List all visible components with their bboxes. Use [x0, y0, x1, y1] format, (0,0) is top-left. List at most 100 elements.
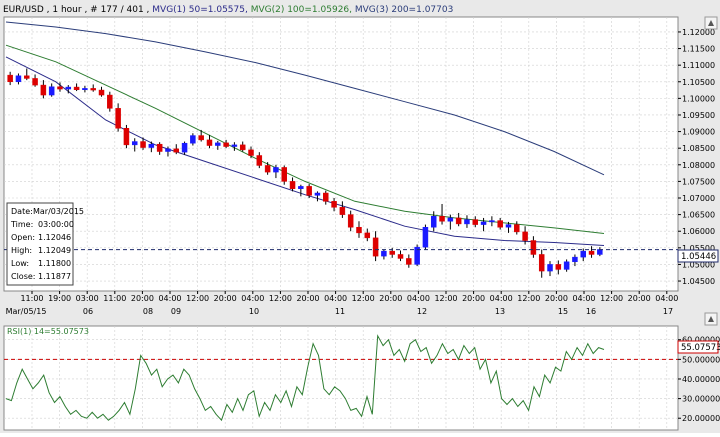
- candle-body: [98, 89, 105, 96]
- candle-body: [82, 88, 88, 90]
- candle-body: [497, 220, 503, 228]
- price-tick-label: 1.04500: [682, 277, 715, 286]
- price-tick-label: 1.11500: [682, 45, 715, 54]
- info-time-label: Time:: [10, 220, 33, 229]
- candle-body: [206, 139, 213, 146]
- candle-body: [522, 231, 528, 241]
- time-tick-label: 03:00: [76, 294, 99, 303]
- price-tick-label: 1.06000: [682, 227, 715, 236]
- candle-body: [181, 142, 188, 153]
- candle-body: [339, 207, 346, 215]
- info-close-label: Close:: [11, 272, 36, 281]
- candle-body: [198, 135, 204, 141]
- candle-body: [190, 135, 196, 144]
- chart-canvas: EUR/USD , 1 hour , # 177 / 401 , MVG(1) …: [0, 0, 720, 433]
- candle-body: [173, 148, 180, 153]
- rsi-scroll-up-arrow-icon[interactable]: [704, 312, 718, 326]
- time-tick-label: 04:00: [407, 294, 430, 303]
- candle-body: [563, 261, 570, 270]
- date-label: 08: [143, 307, 153, 316]
- time-tick-label: 20:00: [545, 294, 568, 303]
- candle-body: [231, 144, 238, 147]
- candle-body: [372, 237, 379, 257]
- candle-body: [514, 224, 520, 233]
- candle-body: [422, 226, 429, 248]
- date-label: 13: [495, 307, 505, 316]
- candle-body: [580, 250, 586, 258]
- candle-body: [15, 75, 22, 83]
- info-high-value: 1.12049: [38, 246, 71, 255]
- time-tick-label: 12:00: [517, 294, 540, 303]
- candle-body: [472, 219, 479, 225]
- rsi-panel[interactable]: [3, 325, 679, 431]
- info-low-label: Low:: [11, 259, 29, 268]
- candle-body: [215, 142, 221, 146]
- candle-body: [572, 256, 578, 263]
- candle-body: [464, 219, 470, 225]
- scroll-up-arrow-icon[interactable]: [704, 16, 718, 30]
- rsi-value-label: 55.07573: [681, 343, 720, 353]
- date-label: 06: [83, 307, 93, 316]
- candle-body: [314, 192, 321, 196]
- date-label: 11: [335, 307, 345, 316]
- candle-body: [347, 214, 354, 228]
- candle-body: [256, 155, 263, 166]
- date-label: 10: [249, 307, 259, 316]
- candle-body: [356, 226, 362, 234]
- price-tick-label: 1.09500: [682, 111, 715, 120]
- candle-body: [281, 167, 287, 182]
- candle-body: [148, 143, 155, 148]
- rsi-value-marker: 55.07573: [677, 340, 720, 354]
- rsi-tick-label: 20.00000: [682, 414, 720, 423]
- time-tick-label: 04:00: [655, 294, 678, 303]
- candle-body: [389, 250, 395, 255]
- candle-body: [331, 201, 337, 208]
- time-tick-label: 12:00: [600, 294, 623, 303]
- candle: [414, 244, 420, 267]
- time-tick-label: 12:00: [186, 294, 209, 303]
- candle-body: [32, 78, 38, 86]
- candle-body: [223, 142, 229, 147]
- current-price-label: 1.05446: [681, 252, 716, 262]
- time-tick-label: 20:00: [628, 294, 651, 303]
- candle-body: [289, 181, 296, 189]
- candle-body: [455, 217, 462, 225]
- chart-header: EUR/USD , 1 hour , # 177 / 401 , MVG(1) …: [3, 5, 453, 15]
- candle-body: [24, 75, 30, 79]
- candle-body: [7, 74, 13, 83]
- candle-body: [298, 186, 304, 189]
- candle-body: [48, 86, 55, 96]
- candle-body: [306, 186, 312, 196]
- time-tick-label: 12:00: [269, 294, 292, 303]
- info-close-value: 1.11877: [38, 272, 71, 281]
- time-tick-label: 11:00: [20, 294, 43, 303]
- candle-body: [480, 221, 487, 225]
- info-high-label: High:: [11, 246, 32, 255]
- info-date-value: Mar/03/2015: [33, 207, 84, 216]
- time-tick-label: 20:00: [131, 294, 154, 303]
- candle-body: [505, 224, 512, 228]
- candle-body: [239, 144, 246, 151]
- candle-body: [65, 86, 72, 90]
- price-tick-label: 1.06500: [682, 211, 715, 220]
- price-tick-label: 1.08500: [682, 144, 715, 153]
- info-low-value: 1.11800: [38, 259, 71, 268]
- candle-body: [248, 149, 254, 156]
- time-tick-label: 04:00: [158, 294, 181, 303]
- time-tick-label: 04:00: [324, 294, 347, 303]
- candle-body: [165, 148, 171, 152]
- candle-body: [323, 192, 329, 202]
- candle-body: [140, 141, 146, 148]
- price-tick-label: 1.07500: [682, 177, 715, 186]
- candle: [422, 224, 429, 250]
- candle-body: [73, 86, 80, 90]
- time-tick-label: 04:00: [572, 294, 595, 303]
- candle-body: [107, 94, 113, 109]
- date-label: 09: [171, 307, 181, 316]
- chart-window: EUR/USD , 1 hour , # 177 / 401 , MVG(1) …: [0, 0, 720, 433]
- date-label: 12: [417, 307, 427, 316]
- rsi-tick-label: 40.00000: [682, 375, 720, 384]
- time-tick-label: 04:00: [241, 294, 264, 303]
- date-label: 17: [663, 307, 673, 316]
- time-tick-label: 04:00: [490, 294, 513, 303]
